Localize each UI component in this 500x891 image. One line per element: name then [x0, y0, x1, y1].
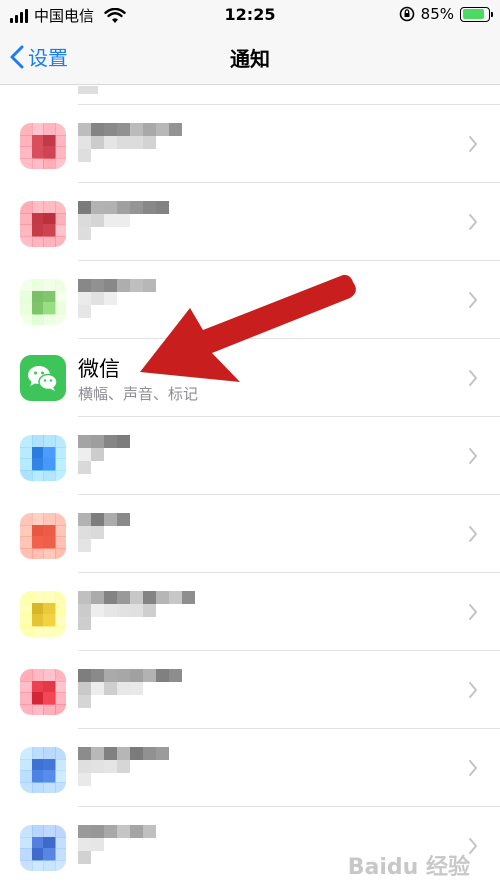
app-icon [20, 747, 66, 793]
partial-row-text [78, 86, 98, 94]
chevron-right-icon [469, 370, 478, 386]
list-item-app-9[interactable] [0, 729, 500, 807]
status-right: 85% [399, 5, 493, 23]
chevron-right-icon [469, 760, 478, 776]
app-icon [20, 591, 66, 637]
app-name: 微信 [78, 357, 120, 381]
list-item-app-3[interactable] [0, 261, 500, 339]
app-icon [20, 435, 66, 481]
app-icon [20, 825, 66, 871]
status-bar: 中国电信 12:25 85% [0, 0, 500, 30]
app-icon [20, 669, 66, 715]
chevron-right-icon [469, 292, 478, 308]
chevron-right-icon [469, 682, 478, 698]
watermark: Baidu 经验 [347, 855, 470, 880]
battery-icon [460, 6, 493, 22]
list-item-app-6[interactable] [0, 495, 500, 573]
notification-summary: 横幅、声音、标记 [78, 385, 199, 403]
list-item-app-8[interactable] [0, 651, 500, 729]
chevron-right-icon [469, 448, 478, 464]
app-icon [20, 123, 66, 169]
wechat-icon [20, 355, 66, 401]
chevron-right-icon [469, 214, 478, 230]
app-icon [20, 279, 66, 325]
list-item-app-5[interactable] [0, 417, 500, 495]
list-item-app-7[interactable] [0, 573, 500, 651]
chevron-right-icon [469, 604, 478, 620]
battery-percent: 85% [420, 5, 454, 23]
navigation-bar: 设置 通知 [0, 30, 500, 85]
chevron-right-icon [469, 136, 478, 152]
list-item-wechat[interactable]: 微信 横幅、声音、标记 [0, 339, 500, 417]
rotation-lock-icon [399, 6, 414, 22]
chevron-right-icon [469, 526, 478, 542]
app-icon [20, 201, 66, 247]
app-icon [20, 513, 66, 559]
list-item-app-2[interactable] [0, 183, 500, 261]
list-item-app-1[interactable] [0, 105, 500, 183]
page-title: 通知 [230, 47, 270, 71]
